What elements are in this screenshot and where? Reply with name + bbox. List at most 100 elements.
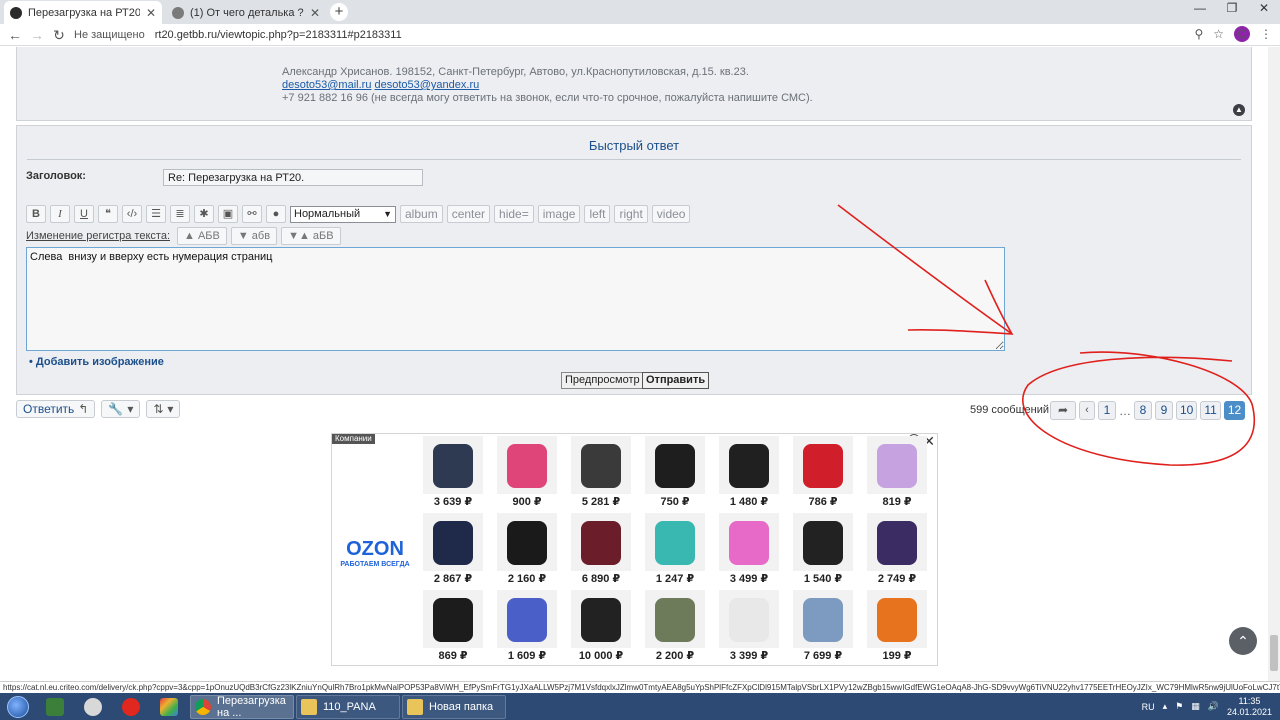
email-link[interactable]: desoto53@mail.ru: [282, 79, 371, 91]
product-tile[interactable]: 3 399 ₽: [712, 589, 786, 665]
subject-input[interactable]: [163, 169, 423, 186]
product-image[interactable]: [719, 590, 779, 648]
uppercase-button[interactable]: ▲ АБВ: [177, 227, 227, 245]
product-image[interactable]: [571, 590, 631, 648]
tag-left-button[interactable]: left: [584, 205, 611, 223]
product-tile[interactable]: 1 247 ₽: [638, 512, 712, 588]
language-indicator[interactable]: RU: [1142, 702, 1155, 712]
back-icon[interactable]: ←: [6, 26, 24, 44]
ordered-list-icon[interactable]: ≣: [170, 205, 190, 223]
list-icon[interactable]: ☰: [146, 205, 166, 223]
bookmark-star-icon[interactable]: ☆: [1213, 27, 1224, 41]
ozon-logo[interactable]: OZON РАБОТАЕМ ВСЕГДА: [340, 538, 410, 568]
sort-button[interactable]: ⇅ ▾: [146, 400, 181, 418]
asterisk-icon[interactable]: ✱: [194, 205, 214, 223]
product-tile[interactable]: 6 890 ₽: [564, 512, 638, 588]
current-page[interactable]: 12: [1223, 401, 1246, 420]
tag-image-button[interactable]: image: [537, 205, 581, 223]
italic-button[interactable]: I: [50, 205, 70, 223]
preview-button[interactable]: Предпросмотр: [561, 372, 644, 389]
product-tile[interactable]: 1 540 ₽: [786, 512, 860, 588]
product-image[interactable]: [719, 513, 779, 571]
tab-active[interactable]: Перезагрузка на РТ20. - Страни ✕: [4, 1, 162, 24]
back-to-top-icon[interactable]: ▲: [1233, 104, 1245, 116]
page-link[interactable]: 9: [1155, 401, 1173, 420]
product-image[interactable]: [645, 436, 705, 494]
product-image[interactable]: [423, 513, 483, 571]
product-tile[interactable]: 5 281 ₽: [564, 435, 638, 511]
invert-case-button[interactable]: ▼▲ аБВ: [281, 227, 341, 245]
send-button[interactable]: Отправить: [642, 372, 710, 389]
security-indicator[interactable]: Не защищено: [74, 29, 145, 41]
product-image[interactable]: [423, 436, 483, 494]
menu-kebab-icon[interactable]: ⋮: [1260, 27, 1272, 41]
product-tile[interactable]: 10 000 ₽: [564, 589, 638, 665]
scrollbar-thumb[interactable]: [1270, 635, 1278, 671]
page-link[interactable]: 11: [1200, 401, 1221, 420]
taskbar-task[interactable]: Перезагрузка на ...: [190, 694, 294, 719]
code-icon[interactable]: ‹/›: [122, 205, 142, 223]
taskbar-task[interactable]: Новая папка: [402, 694, 506, 719]
bold-button[interactable]: B: [26, 205, 46, 223]
minimize-icon[interactable]: —: [1184, 0, 1216, 18]
taskbar-app[interactable]: [112, 695, 150, 719]
product-image[interactable]: [867, 590, 927, 648]
add-image-link[interactable]: • Добавить изображение: [29, 356, 164, 368]
product-image[interactable]: [571, 513, 631, 571]
tag-right-button[interactable]: right: [614, 205, 648, 223]
link-icon[interactable]: ⚯: [242, 205, 262, 223]
taskbar-app[interactable]: [150, 695, 188, 719]
product-tile[interactable]: 2 867 ₽: [416, 512, 490, 588]
font-size-select[interactable]: Нормальный ▼: [290, 205, 396, 223]
page-link[interactable]: 10: [1176, 401, 1198, 420]
product-image[interactable]: [497, 436, 557, 494]
product-image[interactable]: [645, 513, 705, 571]
product-image[interactable]: [423, 590, 483, 648]
profile-avatar[interactable]: C: [1234, 26, 1250, 42]
product-image[interactable]: [497, 513, 557, 571]
product-image[interactable]: [497, 590, 557, 648]
close-window-icon[interactable]: ✕: [1248, 0, 1280, 18]
product-image[interactable]: [867, 513, 927, 571]
page-link[interactable]: 1: [1098, 401, 1116, 420]
image-icon[interactable]: ▣: [218, 205, 238, 223]
product-image[interactable]: [719, 436, 779, 494]
zoom-icon[interactable]: ⚲: [1194, 27, 1203, 41]
tag-center-button[interactable]: center: [446, 205, 491, 223]
page-link[interactable]: 8: [1134, 401, 1152, 420]
taskbar-app[interactable]: [36, 695, 74, 719]
product-tile[interactable]: 786 ₽: [786, 435, 860, 511]
product-image[interactable]: [793, 590, 853, 648]
taskbar-app[interactable]: [74, 695, 112, 719]
close-tab-icon[interactable]: ✕: [310, 6, 320, 20]
product-tile[interactable]: 2 749 ₽: [860, 512, 934, 588]
tray-arrow-icon[interactable]: ▴: [1163, 701, 1168, 712]
topic-tools-button[interactable]: 🔧 ▾: [101, 400, 141, 418]
tag-video-button[interactable]: video: [651, 205, 691, 223]
product-tile[interactable]: 1 480 ₽: [712, 435, 786, 511]
start-button[interactable]: [0, 693, 36, 720]
product-tile[interactable]: 869 ₽: [416, 589, 490, 665]
product-tile[interactable]: 3 639 ₽: [416, 435, 490, 511]
forward-icon[interactable]: →: [28, 26, 46, 44]
ozon-advertisement[interactable]: Компании i ✕ OZON РАБОТАЕМ ВСЕГДА 3 639 …: [331, 433, 938, 666]
reload-icon[interactable]: ↻: [50, 26, 68, 44]
product-image[interactable]: [793, 436, 853, 494]
lowercase-button[interactable]: ▼ абв: [230, 227, 278, 245]
tag-hide-button[interactable]: hide=: [494, 205, 534, 223]
network-icon[interactable]: ▦: [1191, 701, 1200, 712]
product-image[interactable]: [867, 436, 927, 494]
product-tile[interactable]: 199 ₽: [860, 589, 934, 665]
prev-page-icon[interactable]: ‹: [1079, 401, 1095, 420]
product-tile[interactable]: 2 160 ₽: [490, 512, 564, 588]
tag-album-button[interactable]: album: [400, 205, 443, 223]
url-text[interactable]: rt20.getbb.ru/viewtopic.php?p=2183311#p2…: [155, 29, 402, 41]
page-scrollbar[interactable]: [1268, 47, 1280, 681]
address-bar[interactable]: Не защищено rt20.getbb.ru/viewtopic.php?…: [74, 26, 402, 44]
product-tile[interactable]: 3 499 ₽: [712, 512, 786, 588]
message-textarea[interactable]: Слева внизу и вверху есть нумерация стра…: [26, 247, 1005, 351]
product-tile[interactable]: 1 609 ₽: [490, 589, 564, 665]
product-tile[interactable]: 819 ₽: [860, 435, 934, 511]
scroll-up-icon[interactable]: ⌃: [1229, 627, 1257, 655]
new-tab-button[interactable]: +: [330, 3, 348, 21]
